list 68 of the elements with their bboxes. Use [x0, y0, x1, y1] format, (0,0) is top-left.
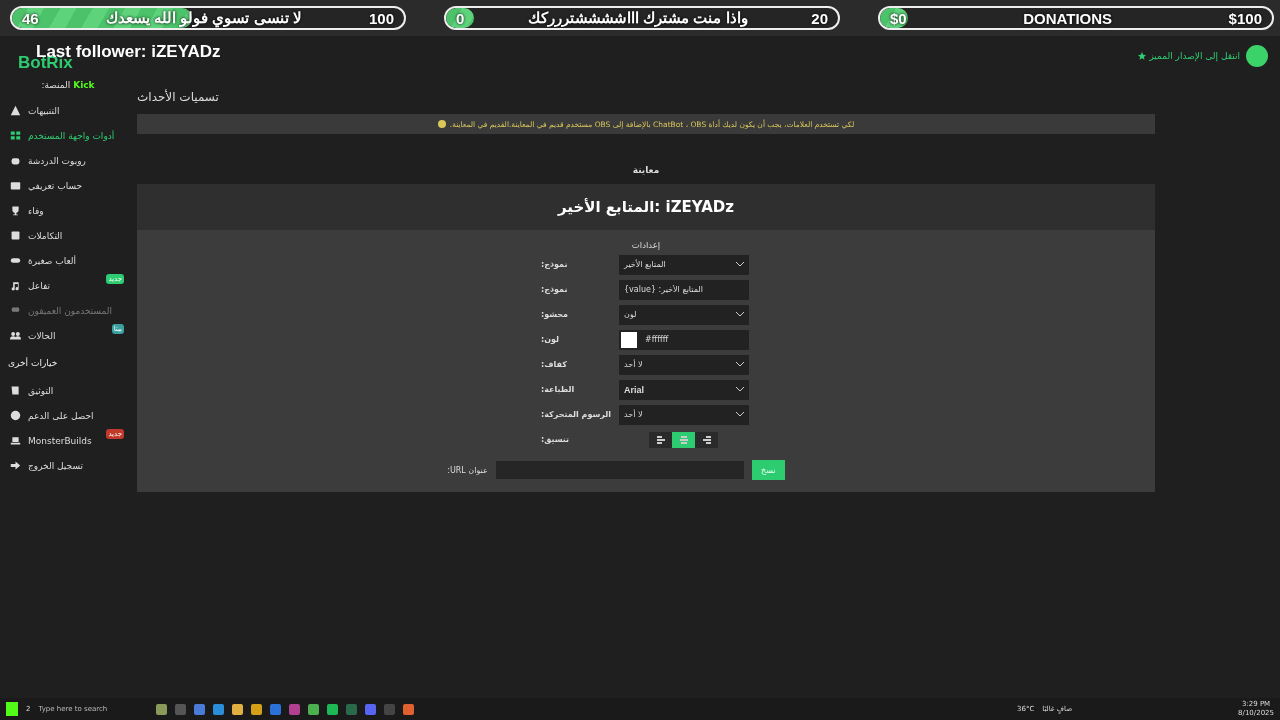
- nav-item[interactable]: حساب تعريفي: [0, 173, 126, 198]
- star-icon: [1138, 52, 1147, 60]
- field-label: الرسوم المتحركة:: [541, 410, 613, 419]
- nav-item[interactable]: وفاء: [0, 198, 126, 223]
- taskbar-app-icon[interactable]: [156, 703, 168, 715]
- taskbar-app-icon[interactable]: [194, 703, 206, 715]
- section-heading: خيارات أخرى: [7, 356, 59, 370]
- laptop-icon: [10, 435, 21, 446]
- chevron-down-icon: [736, 387, 744, 392]
- page-title: تسميات الأحداث: [137, 90, 220, 104]
- field-label: تنسيق:: [541, 435, 571, 444]
- preview-heading: معاينة: [631, 165, 661, 175]
- taskbar-app-icon[interactable]: [270, 703, 282, 715]
- nav-item[interactable]: روبوت الدردشة: [0, 148, 126, 173]
- goal-label: واذا منت مشترك اااششششتررركك: [528, 9, 748, 27]
- nav-item[interactable]: التوثيق: [0, 378, 126, 403]
- goal-current: $0: [890, 9, 907, 27]
- url-label: عنوان URL:: [447, 465, 488, 475]
- warning-icon: [10, 105, 21, 116]
- chevron-down-icon: [736, 262, 744, 267]
- field-label: نموذج:: [541, 285, 569, 294]
- chevron-down-icon: [736, 362, 744, 367]
- goal-label: DONATIONS: [1023, 9, 1113, 27]
- taskbar-app-icon[interactable]: [365, 703, 377, 715]
- field-label: كفاف:: [541, 360, 568, 369]
- trophy-icon: [10, 205, 21, 216]
- taskbar-app-icon[interactable]: [327, 703, 339, 715]
- settings-heading: إعدادات: [631, 240, 661, 250]
- nav-item[interactable]: تسجيل الخروج: [0, 453, 126, 478]
- nav-item[interactable]: أدوات واجهة المستخدم: [0, 123, 126, 148]
- nav-item[interactable]: احصل على الدعم: [0, 403, 126, 428]
- goal-current: 46: [22, 9, 39, 27]
- start-icon[interactable]: [6, 702, 18, 716]
- platform-name: Kick: [73, 80, 95, 90]
- field-label: محشو:: [541, 310, 570, 319]
- field-label: لون:: [541, 335, 561, 344]
- goal-target: $100: [1228, 9, 1262, 27]
- field-label: الطباعة:: [541, 385, 576, 394]
- field-label: نموذج:: [541, 260, 569, 269]
- nav-item[interactable]: التنبيهات: [0, 98, 126, 123]
- upgrade-link[interactable]: انتقل إلى الإصدار المميز: [1138, 51, 1240, 61]
- align-center-icon[interactable]: [672, 431, 695, 448]
- avatar[interactable]: [1246, 45, 1268, 67]
- grid-icon: [10, 130, 21, 141]
- taskbar-app-icon[interactable]: [251, 703, 263, 715]
- goal-target: 20: [811, 9, 828, 27]
- template-input[interactable]: المتابع الأخير: {value}: [619, 279, 749, 300]
- music-note-icon: [10, 280, 21, 291]
- preview-panel: المتابع الأخير: iZEYADz: [137, 184, 1155, 230]
- goal-current: 0: [456, 9, 465, 27]
- select-field[interactable]: المتابع الأخير: [619, 254, 749, 275]
- chevron-down-icon: [736, 312, 744, 317]
- taskbar-app-icon[interactable]: [232, 703, 244, 715]
- taskbar-app-icon[interactable]: [308, 703, 320, 715]
- taskbar-app-icon[interactable]: [213, 703, 225, 715]
- select-field[interactable]: لون: [619, 304, 749, 325]
- chevron-down-icon: [736, 412, 744, 417]
- logout-icon: [10, 460, 21, 471]
- goal-target: 100: [368, 9, 394, 27]
- nav-item[interactable]: ألعاب صغيرة: [0, 248, 126, 273]
- taskbar-app-icon[interactable]: [403, 703, 415, 715]
- select-field[interactable]: لا أحد: [619, 354, 749, 375]
- font-select[interactable]: Arial: [619, 379, 749, 400]
- nav-item[interactable]: التكاملات: [0, 223, 126, 248]
- select-field[interactable]: لا أحد: [619, 404, 749, 425]
- platform-label: المنصة:: [41, 80, 71, 90]
- people-icon: [10, 330, 21, 341]
- color-field[interactable]: #ffffff: [619, 329, 749, 350]
